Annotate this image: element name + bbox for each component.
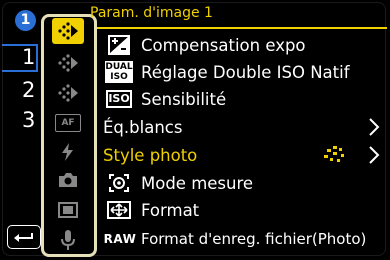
menu-item-label: Format d'enreg. fichier(Photo): [141, 230, 367, 248]
film-icon: [58, 202, 78, 218]
menu-item-label: Sensibilité: [141, 89, 227, 109]
menu-item-label: Mode mesure: [141, 173, 254, 193]
menu-item-photo-style[interactable]: Style photo: [103, 142, 385, 168]
menu-item-format[interactable]: Format: [103, 197, 385, 223]
menu-item-label: Compensation expo: [141, 35, 306, 55]
page-1[interactable]: 1: [22, 45, 35, 69]
menu-item-metering-mode[interactable]: Mode mesure: [103, 170, 385, 196]
image-settings-icon: [58, 54, 78, 72]
header-divider: [97, 27, 387, 29]
af-icon: AF: [55, 114, 81, 132]
image-settings-icon: [58, 22, 78, 40]
tab-camera[interactable]: [52, 167, 84, 193]
camera-icon: [59, 173, 77, 187]
page-badge: 1: [15, 10, 36, 31]
exposure-compensation-icon: [108, 35, 130, 55]
raw-format-icon: RAW: [103, 232, 137, 246]
menu-item-label: Format: [141, 200, 200, 220]
menu-item-file-format[interactable]: RAW Format d'enreg. fichier(Photo): [103, 226, 385, 252]
tab-image-settings-1[interactable]: [52, 18, 84, 44]
return-arrow-icon: [14, 233, 33, 242]
chevron-right-icon: [369, 146, 380, 164]
menu-item-label: Éq.blancs: [103, 117, 183, 137]
iso-icon: ISO: [106, 90, 132, 108]
tab-video[interactable]: [52, 197, 84, 223]
menu-item-label: Style photo: [103, 145, 198, 165]
menu-item-label: Réglage Double ISO Natif: [141, 62, 350, 82]
tab-image-settings-2[interactable]: [52, 50, 84, 76]
tab-af[interactable]: AF: [52, 110, 84, 136]
menu-item-iso-sensitivity[interactable]: ISO Sensibilité: [103, 86, 385, 112]
flash-icon: [62, 143, 73, 161]
format-icon: [107, 201, 131, 219]
tab-flash[interactable]: [52, 139, 84, 165]
menu-item-white-balance[interactable]: Éq.blancs: [103, 114, 385, 140]
back-button[interactable]: [7, 225, 41, 249]
menu-title: Param. d'image 1: [90, 5, 213, 21]
menu-item-exposure-compensation[interactable]: Compensation expo: [103, 32, 385, 58]
photo-style-icon: [324, 146, 344, 162]
dual-iso-icon: DUAL ISO: [105, 61, 133, 83]
microphone-icon: [61, 230, 75, 250]
menu-item-dual-iso[interactable]: DUAL ISO Réglage Double ISO Natif: [103, 59, 385, 85]
metering-mode-icon: [109, 174, 129, 192]
tab-audio[interactable]: [52, 227, 84, 253]
tab-image-settings-3[interactable]: [52, 80, 84, 106]
page-3[interactable]: 3: [22, 108, 35, 132]
image-settings-icon: [58, 84, 78, 102]
page-2[interactable]: 2: [22, 78, 35, 102]
chevron-right-icon: [369, 118, 380, 136]
